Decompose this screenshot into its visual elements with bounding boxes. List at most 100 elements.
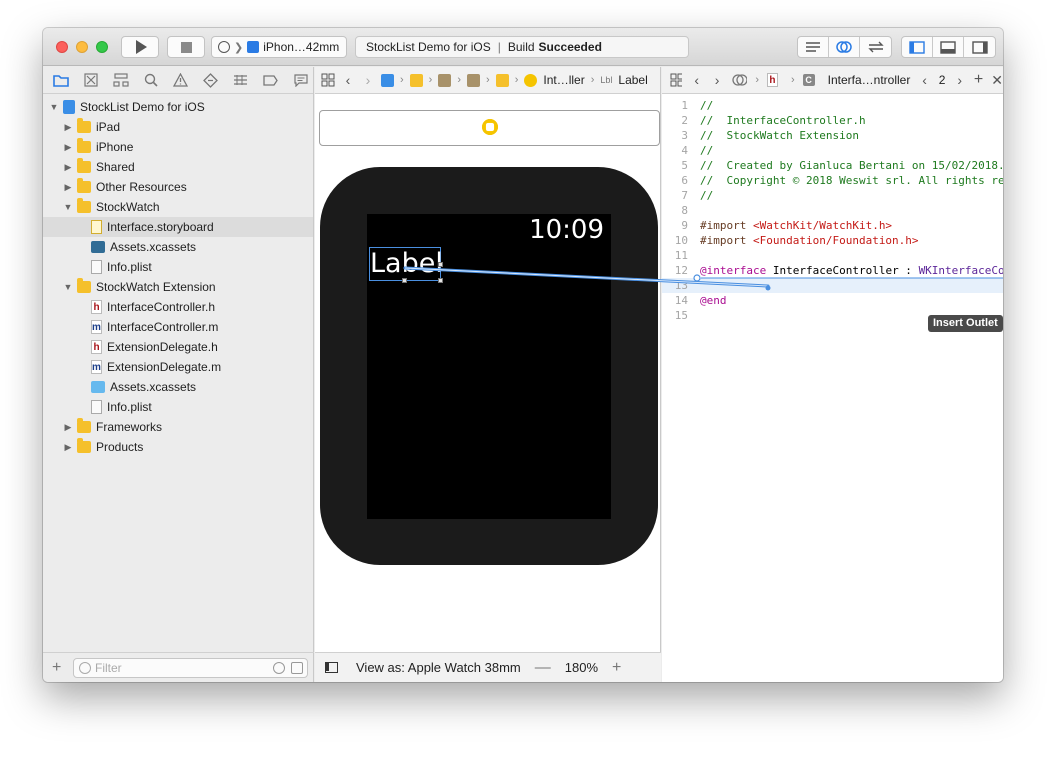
close-editor-icon[interactable]: ✕ [991, 72, 1003, 89]
forward-arrow-icon[interactable]: › [711, 72, 723, 88]
navigator-item[interactable]: m InterfaceController.m [43, 317, 313, 337]
controller-icon[interactable] [524, 73, 538, 87]
navigator-item[interactable]: h ExtensionDelegate.h [43, 337, 313, 357]
navigator-item[interactable]: ▶ Shared [43, 157, 313, 177]
navigator-item[interactable]: ▼ StockWatch [43, 197, 313, 217]
navigator-item[interactable]: ▼ StockList Demo for iOS [43, 97, 313, 117]
breakpoint-navigator-tab[interactable] [261, 72, 280, 89]
storyboard-file-icon[interactable] [438, 73, 452, 87]
resize-handle[interactable] [402, 278, 407, 283]
code-line[interactable]: 14 @end [662, 293, 1003, 308]
code-line[interactable]: 11 [662, 248, 1003, 263]
source-control-tab[interactable] [81, 72, 100, 89]
code-line[interactable]: 5 // Created by Gianluca Bertani on 15/02… [662, 158, 1003, 173]
scheme-selector[interactable]: ❯ iPhon…42mm [211, 36, 347, 58]
code-line[interactable]: 8 [662, 203, 1003, 218]
navigator-item[interactable]: Assets.xcassets [43, 377, 313, 397]
navigator-item[interactable]: Assets.xcassets [43, 237, 313, 257]
navigator-item[interactable]: Info.plist [43, 397, 313, 417]
jumpbar-controller[interactable]: Int…ller [543, 73, 584, 87]
next-counterpart-icon[interactable]: › [953, 72, 965, 88]
disclosure-closed-icon[interactable]: ▶ [63, 182, 73, 192]
resize-handle[interactable] [438, 278, 443, 283]
interface-controller-icon[interactable] [482, 119, 498, 135]
code-line[interactable]: 1 // [662, 98, 1003, 113]
disclosure-closed-icon[interactable]: ▶ [63, 122, 73, 132]
standard-editor-button[interactable] [798, 37, 829, 57]
related-items-icon[interactable] [670, 73, 683, 87]
navigator-item[interactable]: Info.plist [43, 257, 313, 277]
assistant-mode-icon[interactable] [731, 73, 748, 87]
project-icon[interactable] [381, 73, 394, 87]
test-navigator-tab[interactable] [201, 72, 220, 89]
toggle-navigator-button[interactable] [902, 37, 933, 57]
navigator-item[interactable]: Interface.storyboard [43, 217, 313, 237]
jumpbar-label[interactable]: Label [618, 73, 647, 87]
report-navigator-tab[interactable] [291, 72, 310, 89]
minimize-window-button[interactable] [76, 41, 88, 53]
disclosure-closed-icon[interactable]: ▶ [63, 422, 73, 432]
project-navigator-tab[interactable] [51, 72, 70, 89]
navigator-item[interactable]: ▶ iPad [43, 117, 313, 137]
navigator-item[interactable]: h InterfaceController.h [43, 297, 313, 317]
stop-button[interactable] [167, 36, 205, 58]
run-button[interactable] [121, 36, 159, 58]
zoom-out-button[interactable]: — [535, 659, 551, 677]
debug-navigator-tab[interactable] [231, 72, 250, 89]
back-arrow-icon[interactable]: ‹ [690, 72, 702, 88]
navigator-item[interactable]: ▶ Products [43, 437, 313, 457]
view-as-device[interactable]: View as: Apple Watch 38mm [356, 660, 521, 675]
close-window-button[interactable] [56, 41, 68, 53]
watch-label[interactable]: Label [369, 247, 443, 281]
navigator-item[interactable]: ▶ Other Resources [43, 177, 313, 197]
document-outline-icon[interactable] [325, 662, 338, 673]
recent-files-icon[interactable] [273, 661, 285, 674]
code-line[interactable]: 3 // StockWatch Extension [662, 128, 1003, 143]
editor-file-name[interactable]: Interfa…ntroller [828, 73, 911, 87]
source-control-filter-icon[interactable] [291, 661, 303, 674]
navigator-item[interactable]: ▶ iPhone [43, 137, 313, 157]
add-editor-icon[interactable]: + [974, 71, 983, 89]
issue-navigator-tab[interactable] [171, 72, 190, 89]
code-line[interactable]: 13 [662, 278, 1003, 293]
source-code[interactable]: 1 // 2 // InterfaceController.h 3 // StockWat… [662, 98, 1003, 323]
zoom-window-button[interactable] [96, 41, 108, 53]
folder-icon[interactable] [409, 73, 423, 87]
toggle-utilities-button[interactable] [964, 37, 995, 57]
previous-counterpart-icon[interactable]: ‹ [918, 72, 930, 88]
scene-dock[interactable] [319, 110, 660, 146]
scene-icon[interactable] [467, 73, 481, 87]
version-editor-button[interactable] [860, 37, 891, 57]
code-line[interactable]: 12 @interface InterfaceController : WKInt… [662, 263, 1003, 278]
forward-arrow-icon[interactable]: › [361, 72, 375, 88]
disclosure-closed-icon[interactable]: ▶ [63, 442, 73, 452]
navigator-item[interactable]: ▼ StockWatch Extension [43, 277, 313, 297]
back-arrow-icon[interactable]: ‹ [341, 72, 355, 88]
code-line[interactable]: 9 #import <WatchKit/WatchKit.h> [662, 218, 1003, 233]
related-items-icon[interactable] [321, 73, 335, 87]
code-line[interactable]: 7 // [662, 188, 1003, 203]
add-file-button[interactable]: + [52, 659, 64, 677]
watch-screen[interactable]: 10:09 Label [367, 214, 611, 519]
disclosure-open-icon[interactable]: ▼ [63, 202, 73, 212]
disclosure-closed-icon[interactable]: ▶ [63, 162, 73, 172]
navigator-item[interactable]: m ExtensionDelegate.m [43, 357, 313, 377]
navigator-item[interactable]: ▶ Frameworks [43, 417, 313, 437]
code-line[interactable]: 2 // InterfaceController.h [662, 113, 1003, 128]
filter-field[interactable]: Filter [73, 657, 308, 678]
header-file-icon[interactable]: h [766, 73, 778, 87]
code-line[interactable]: 4 // [662, 143, 1003, 158]
find-navigator-tab[interactable] [141, 72, 160, 89]
toggle-debug-area-button[interactable] [933, 37, 964, 57]
disclosure-open-icon[interactable]: ▼ [63, 282, 73, 292]
disclosure-closed-icon[interactable]: ▶ [63, 142, 73, 152]
disclosure-open-icon[interactable]: ▼ [49, 102, 59, 112]
zoom-in-button[interactable]: + [612, 659, 621, 677]
code-line[interactable]: 10 #import <Foundation/Foundation.h> [662, 233, 1003, 248]
class-icon[interactable]: C [802, 74, 815, 86]
code-line[interactable]: 6 // Copyright © 2018 Weswit srl. All rig… [662, 173, 1003, 188]
symbol-navigator-tab[interactable] [111, 72, 130, 89]
assistant-editor-button[interactable] [829, 37, 860, 57]
resize-handle[interactable] [438, 262, 443, 267]
interface-controller-scene-icon[interactable] [495, 73, 509, 87]
